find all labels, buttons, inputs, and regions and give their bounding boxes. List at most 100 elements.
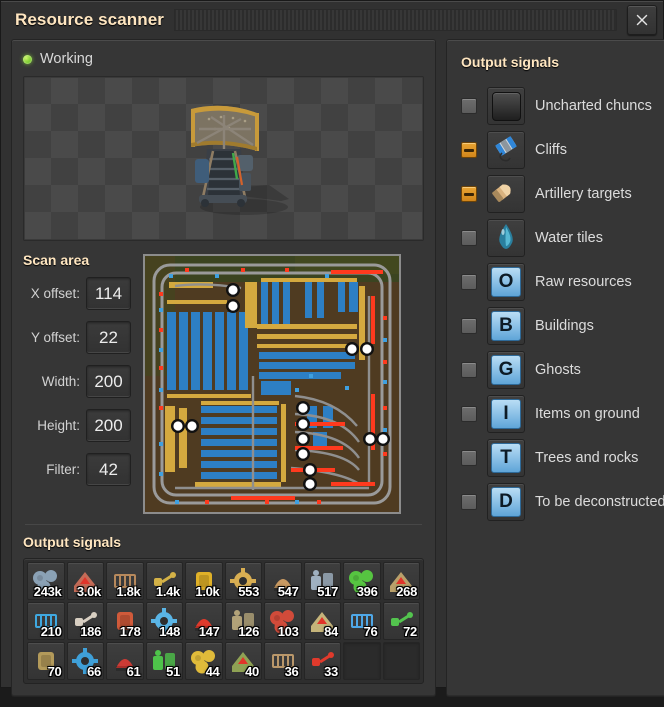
signal-slot[interactable]: 210 — [27, 602, 65, 640]
window-drag-handle[interactable] — [174, 9, 617, 31]
signal-icon-button[interactable]: O — [487, 263, 525, 301]
signal-slot[interactable]: 51 — [145, 642, 183, 680]
signal-icon-button[interactable] — [487, 131, 525, 169]
signal-b-icon: B — [491, 311, 521, 341]
minimap-wrap — [143, 252, 424, 514]
field-x-offset: X offset: 114 — [23, 277, 131, 310]
empty-slot — [343, 642, 381, 680]
field-label-y-offset: Y offset: — [30, 330, 80, 345]
signal-icon-button[interactable] — [487, 175, 525, 213]
long-inserter-icon — [28, 603, 64, 639]
signal-slot[interactable]: 186 — [66, 602, 104, 640]
factory-minimap[interactable] — [143, 254, 401, 514]
signal-slot[interactable]: 61 — [106, 642, 144, 680]
scan-area-title: Scan area — [23, 252, 90, 268]
signal-slot[interactable]: 72 — [382, 602, 420, 640]
signal-slot[interactable]: 44 — [185, 642, 223, 680]
pipe-icon — [226, 603, 262, 639]
signal-g-icon: G — [491, 355, 521, 385]
signal-icon-button[interactable] — [487, 87, 525, 125]
output-signal-row: Artillery targets — [461, 172, 664, 216]
checkbox-items-on-ground[interactable] — [461, 406, 477, 422]
output-signal-label: To be deconstructed — [535, 494, 664, 510]
signal-slot[interactable]: 3.0k — [66, 562, 104, 600]
gear-wheel-icon — [384, 563, 420, 599]
checkbox-to-be-deconstructed[interactable] — [461, 494, 477, 510]
signal-icon-button[interactable]: I — [487, 395, 525, 433]
output-signal-label: Water tiles — [535, 230, 603, 246]
water-droplet-icon — [490, 220, 522, 256]
signal-slot[interactable]: 147 — [185, 602, 223, 640]
checkbox-trees-and-rocks[interactable] — [461, 450, 477, 466]
signal-slot[interactable]: 178 — [106, 602, 144, 640]
field-width: Width: 200 — [23, 365, 131, 398]
signal-slot[interactable]: 1.4k — [145, 562, 183, 600]
signal-slot[interactable]: 1.0k — [185, 562, 223, 600]
signal-slot[interactable]: 396 — [343, 562, 381, 600]
left-panel: Working Scan area X offset: 114 Y offset… — [11, 39, 436, 697]
scan-area-section: Scan area X offset: 114 Y offset: 22 Wid… — [23, 252, 424, 514]
signal-icon-button[interactable]: T — [487, 439, 525, 477]
steel-chest-icon — [68, 603, 104, 639]
field-height: Height: 200 — [23, 409, 131, 442]
y-offset-input[interactable]: 22 — [86, 321, 131, 354]
signal-icon-button[interactable]: G — [487, 351, 525, 389]
close-icon — [636, 14, 648, 26]
signal-icon-button[interactable] — [487, 219, 525, 257]
pump-icon — [186, 643, 222, 679]
signal-slot[interactable]: 243k — [27, 562, 65, 600]
output-signal-label: Uncharted chuncs — [535, 98, 652, 114]
entity-preview[interactable] — [23, 76, 424, 241]
checkbox-buildings[interactable] — [461, 318, 477, 334]
section-divider — [25, 524, 422, 525]
x-offset-input[interactable]: 114 — [86, 277, 131, 310]
signal-slot[interactable]: 70 — [27, 642, 65, 680]
output-signal-row: Cliffs — [461, 128, 664, 172]
artillery-shell-icon — [490, 176, 522, 212]
red-assembler-icon — [107, 643, 143, 679]
signal-slot[interactable]: 517 — [303, 562, 341, 600]
field-y-offset: Y offset: 22 — [23, 321, 131, 354]
signal-slot[interactable]: 76 — [343, 602, 381, 640]
signal-slot[interactable]: 103 — [264, 602, 302, 640]
filter-input[interactable]: 42 — [86, 453, 131, 486]
field-label-width: Width: — [41, 374, 80, 389]
checkbox-uncharted-chuncs[interactable] — [461, 98, 477, 114]
signal-slot[interactable]: 66 — [66, 642, 104, 680]
signal-slot[interactable]: 553 — [224, 562, 262, 600]
signal-slot[interactable]: 126 — [224, 602, 262, 640]
electric-pole-icon — [147, 563, 183, 599]
signal-icon-button[interactable]: D — [487, 483, 525, 521]
signal-slot[interactable]: 1.8k — [106, 562, 144, 600]
height-input[interactable]: 200 — [86, 409, 131, 442]
field-label-x-offset: X offset: — [30, 286, 80, 301]
output-signal-label: Ghosts — [535, 362, 581, 378]
page-title: Resource scanner — [15, 10, 165, 29]
chemical-plant-icon — [305, 563, 341, 599]
signal-slot[interactable]: 36 — [264, 642, 302, 680]
width-input[interactable]: 200 — [86, 365, 131, 398]
assembling-machine-3-icon — [68, 563, 104, 599]
signal-slot[interactable]: 33 — [303, 642, 341, 680]
titlebar: Resource scanner — [1, 1, 663, 39]
close-button[interactable] — [627, 5, 657, 35]
checkbox-cliffs[interactable] — [461, 142, 477, 158]
signal-slot[interactable]: 84 — [303, 602, 341, 640]
signal-slot[interactable]: 268 — [382, 562, 420, 600]
status-led-icon — [23, 54, 32, 64]
output-signal-label: Raw resources — [535, 274, 632, 290]
checkbox-water-tiles[interactable] — [461, 230, 477, 246]
checkbox-ghosts[interactable] — [461, 362, 477, 378]
resource-scanner-window: Resource scanner Working Scan area X off… — [0, 0, 664, 697]
checkbox-raw-resources[interactable] — [461, 274, 477, 290]
signal-icon-button[interactable]: B — [487, 307, 525, 345]
signal-slot[interactable]: 40 — [224, 642, 262, 680]
signal-slot[interactable]: 547 — [264, 562, 302, 600]
output-signal-row: Uncharted chuncs — [461, 84, 664, 128]
checkbox-artillery-targets[interactable] — [461, 186, 477, 202]
substation-icon — [344, 603, 380, 639]
signal-slot[interactable]: 148 — [145, 602, 183, 640]
bottom-signals-title: Output signals — [23, 534, 121, 550]
assembling-machine-2-icon — [107, 563, 143, 599]
rail-signal-icon — [147, 643, 183, 679]
